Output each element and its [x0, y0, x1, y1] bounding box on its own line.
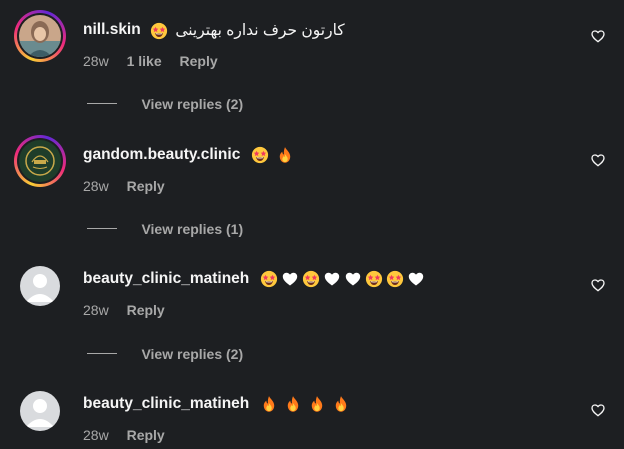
- white-heart-emoji-icon: [407, 270, 425, 288]
- view-replies-button[interactable]: View replies (1): [87, 220, 244, 237]
- star-struck-emoji-icon: [260, 270, 278, 288]
- view-replies-button[interactable]: View replies (2): [87, 345, 244, 362]
- reply-button[interactable]: Reply: [127, 178, 165, 194]
- fire-emoji-icon: [332, 395, 350, 413]
- white-heart-emoji-icon: [281, 270, 299, 288]
- default-avatar-icon: [26, 399, 54, 427]
- avatar[interactable]: [20, 391, 60, 431]
- like-heart-icon[interactable]: [590, 402, 606, 418]
- like-heart-icon[interactable]: [590, 28, 606, 44]
- avatar-photo: [19, 140, 61, 182]
- comment-username-text: gandom.beauty.clinic: [83, 146, 241, 164]
- star-struck-emoji-icon: [251, 146, 269, 164]
- avatar[interactable]: [14, 10, 66, 62]
- comment-meta: 28w Reply: [83, 178, 179, 194]
- avatar[interactable]: [14, 135, 66, 187]
- star-struck-emoji-icon: [302, 270, 320, 288]
- reply-button[interactable]: Reply: [127, 427, 165, 443]
- comment-text: [251, 146, 297, 163]
- star-struck-emoji-icon: [386, 270, 404, 288]
- reply-button[interactable]: Reply: [127, 302, 165, 318]
- comment-meta: 28w 1 like Reply: [83, 53, 232, 69]
- star-struck-emoji-icon: [365, 270, 383, 288]
- replies-divider-line: [87, 103, 117, 105]
- comment-timestamp: 28w: [83, 427, 109, 443]
- white-heart-emoji-icon: [344, 270, 362, 288]
- comment-timestamp: 28w: [83, 53, 109, 69]
- replies-divider-line: [87, 228, 117, 230]
- comment-text: [260, 395, 353, 412]
- comment-timestamp: 28w: [83, 178, 109, 194]
- default-avatar-icon: [26, 274, 54, 302]
- like-heart-icon[interactable]: [590, 277, 606, 293]
- star-struck-emoji-icon: [150, 22, 168, 40]
- comment-meta: 28w Reply: [83, 302, 179, 318]
- fire-emoji-icon: [276, 146, 294, 164]
- avatar[interactable]: [20, 266, 60, 306]
- comment-username-text: beauty_clinic_matineh: [83, 395, 250, 413]
- view-replies-button[interactable]: View replies (2): [87, 95, 244, 112]
- reply-button[interactable]: Reply: [180, 53, 218, 69]
- view-replies-label: View replies (2): [141, 95, 244, 112]
- view-replies-label: View replies (1): [141, 220, 244, 237]
- comment-like-count[interactable]: 1 like: [127, 53, 162, 69]
- comment-text: کارتون حرف نداره بهترینی: [150, 21, 345, 40]
- comment-username[interactable]: beauty_clinic_matineh: [83, 395, 353, 413]
- comment-username[interactable]: beauty_clinic_matineh: [83, 270, 428, 288]
- fire-emoji-icon: [260, 395, 278, 413]
- comment-meta: 28w Reply: [83, 427, 179, 443]
- comment-text: [260, 270, 428, 287]
- comment-text-content: کارتون حرف نداره بهترینی: [175, 22, 345, 39]
- avatar-photo: [19, 15, 61, 57]
- fire-emoji-icon: [284, 395, 302, 413]
- like-heart-icon[interactable]: [590, 152, 606, 168]
- replies-divider-line: [87, 353, 117, 355]
- comment-username-text: beauty_clinic_matineh: [83, 270, 250, 288]
- fire-emoji-icon: [308, 395, 326, 413]
- comment-username[interactable]: gandom.beauty.clinic: [83, 146, 297, 164]
- view-replies-label: View replies (2): [141, 345, 244, 362]
- white-heart-emoji-icon: [323, 270, 341, 288]
- comment-username[interactable]: nill.skin: [83, 21, 141, 39]
- comment-timestamp: 28w: [83, 302, 109, 318]
